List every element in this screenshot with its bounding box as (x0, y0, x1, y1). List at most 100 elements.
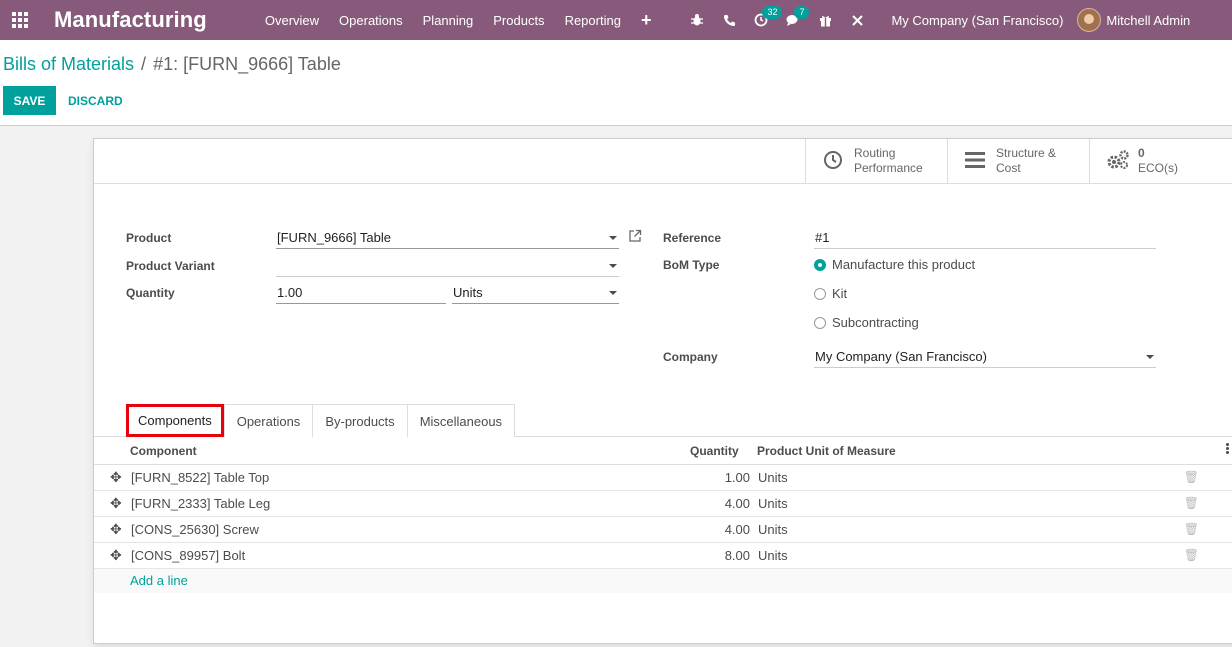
chevron-down-icon[interactable] (609, 235, 617, 240)
product-field[interactable]: [FURN_9666] Table (276, 227, 619, 249)
row-quantity[interactable]: 4.00 (725, 496, 750, 511)
bom-type-manufacture-label: Manufacture this product (832, 257, 976, 272)
product-variant-label: Product Variant (126, 259, 215, 273)
main-menu: Overview Operations Planning Products Re… (255, 10, 666, 31)
row-quantity[interactable]: 4.00 (725, 522, 750, 537)
notebook-tabs: Components Operations By-products Miscel… (126, 404, 516, 437)
bom-type-kit-radio[interactable]: Kit (814, 286, 847, 301)
reference-value: #1 (815, 230, 830, 245)
discard-button[interactable]: DISCARD (68, 86, 123, 115)
bom-type-subcontracting-radio[interactable]: Subcontracting (814, 315, 919, 330)
trash-icon[interactable]: 🗑 (1184, 496, 1199, 510)
app-title[interactable]: Manufacturing (54, 7, 207, 33)
chevron-down-icon[interactable] (609, 290, 617, 295)
drag-handle-icon[interactable]: ✥ (110, 521, 122, 538)
tab-components[interactable]: Components (126, 404, 224, 437)
menu-planning[interactable]: Planning (413, 13, 484, 28)
user-menu[interactable]: Mitchell Admin (1077, 8, 1190, 32)
menu-operations[interactable]: Operations (329, 13, 413, 28)
gears-icon (1106, 150, 1129, 172)
structure-label-2: Cost (996, 161, 1021, 175)
quantity-field[interactable]: 1.00 (276, 282, 446, 304)
table-row[interactable]: ✥ [FURN_2333] Table Leg 4.00 Units 🗑 (94, 491, 1232, 517)
bom-type-kit-label: Kit (832, 286, 848, 301)
radio-unchecked-icon[interactable] (814, 287, 826, 300)
phone-icon[interactable] (713, 0, 745, 40)
external-link-icon[interactable] (628, 229, 642, 246)
table-row[interactable]: ✥ [FURN_8522] Table Top 1.00 Units 🗑 (94, 465, 1232, 491)
tab-operations[interactable]: Operations (223, 404, 314, 437)
reference-field[interactable]: #1 (814, 227, 1156, 249)
breadcrumb: Bills of Materials / #1: [FURN_9666] Tab… (3, 54, 341, 75)
column-uom[interactable]: Product Unit of Measure (757, 444, 896, 458)
column-quantity[interactable]: Quantity (690, 444, 739, 458)
messages-count-badge: 7 (794, 6, 810, 19)
drag-handle-icon[interactable]: ✥ (110, 495, 122, 512)
chevron-down-icon[interactable] (609, 263, 617, 268)
reference-label: Reference (663, 231, 722, 245)
routing-performance-button[interactable]: Routing Performance (805, 139, 947, 183)
top-navbar: Manufacturing Overview Operations Planni… (0, 0, 1232, 40)
product-label: Product (126, 231, 172, 245)
activity-clock-icon[interactable]: 32 (745, 0, 783, 40)
table-row[interactable]: ✥ [CONS_89957] Bolt 8.00 Units 🗑 (94, 543, 1232, 569)
row-component[interactable]: [CONS_25630] Screw (131, 522, 259, 537)
trash-icon[interactable]: 🗑 (1184, 548, 1199, 562)
company-label: Company (663, 350, 718, 364)
eco-count: 0 (1138, 146, 1145, 160)
tab-by-products[interactable]: By-products (312, 404, 408, 437)
row-uom[interactable]: Units (758, 522, 788, 537)
gift-icon[interactable] (809, 0, 841, 40)
trash-icon[interactable]: 🗑 (1184, 522, 1199, 536)
user-name: Mitchell Admin (1106, 12, 1191, 28)
trash-icon[interactable]: 🗑 (1184, 470, 1199, 484)
apps-menu-icon[interactable] (0, 0, 40, 40)
row-uom[interactable]: Units (758, 470, 788, 485)
column-component[interactable]: Component (130, 444, 197, 458)
row-uom[interactable]: Units (758, 496, 788, 511)
drag-handle-icon[interactable]: ✥ (110, 469, 122, 486)
product-value: [FURN_9666] Table (277, 230, 391, 245)
row-quantity[interactable]: 1.00 (725, 470, 750, 485)
bom-type-manufacture-radio[interactable]: Manufacture this product (814, 257, 975, 272)
row-quantity[interactable]: 8.00 (725, 548, 750, 563)
company-field[interactable]: My Company (San Francisco) (814, 346, 1156, 368)
debug-bug-icon[interactable] (681, 0, 713, 40)
components-table-header: Component Quantity Product Unit of Measu… (94, 437, 1232, 465)
user-avatar (1077, 8, 1102, 32)
radio-checked-icon[interactable] (814, 258, 826, 271)
save-button[interactable]: SAVE (3, 86, 56, 115)
quantity-value: 1.00 (277, 285, 303, 300)
quick-create-plus-icon[interactable]: + (631, 10, 666, 31)
bom-type-label: BoM Type (663, 258, 720, 272)
optional-columns-icon[interactable] (1226, 443, 1229, 455)
routing-label-2: Performance (854, 161, 923, 175)
uom-field[interactable]: Units (452, 282, 619, 304)
tab-miscellaneous[interactable]: Miscellaneous (406, 404, 516, 437)
table-row[interactable]: ✥ [CONS_25630] Screw 4.00 Units 🗑 (94, 517, 1232, 543)
systray: 32 7 (681, 0, 873, 40)
menu-reporting[interactable]: Reporting (555, 13, 631, 28)
menu-products[interactable]: Products (483, 13, 554, 28)
row-uom[interactable]: Units (758, 548, 788, 563)
company-switcher[interactable]: My Company (San Francisco) (873, 13, 1077, 28)
menu-overview[interactable]: Overview (255, 13, 329, 28)
bom-type-subcontracting-label: Subcontracting (832, 315, 919, 330)
radio-unchecked-icon[interactable] (814, 316, 826, 329)
breadcrumb-bills-of-materials[interactable]: Bills of Materials (3, 54, 134, 75)
messages-icon[interactable]: 7 (777, 0, 810, 40)
control-panel: Bills of Materials / #1: [FURN_9666] Tab… (0, 40, 1232, 126)
add-a-line-link[interactable]: Add a line (130, 573, 188, 588)
eco-label: ECO(s) (1138, 161, 1178, 175)
product-variant-field[interactable] (276, 255, 619, 277)
row-component[interactable]: [FURN_2333] Table Leg (131, 496, 270, 511)
drag-handle-icon[interactable]: ✥ (110, 547, 122, 564)
row-component[interactable]: [FURN_8522] Table Top (131, 470, 269, 485)
breadcrumb-current: #1: [FURN_9666] Table (153, 54, 341, 74)
smart-button-box: Routing Performance Structure & Cost 0 E… (94, 139, 1232, 184)
structure-cost-button[interactable]: Structure & Cost (947, 139, 1089, 183)
eco-button[interactable]: 0 ECO(s) (1089, 139, 1232, 183)
tools-icon[interactable] (841, 0, 873, 40)
row-component[interactable]: [CONS_89957] Bolt (131, 548, 245, 563)
chevron-down-icon[interactable] (1146, 354, 1154, 359)
